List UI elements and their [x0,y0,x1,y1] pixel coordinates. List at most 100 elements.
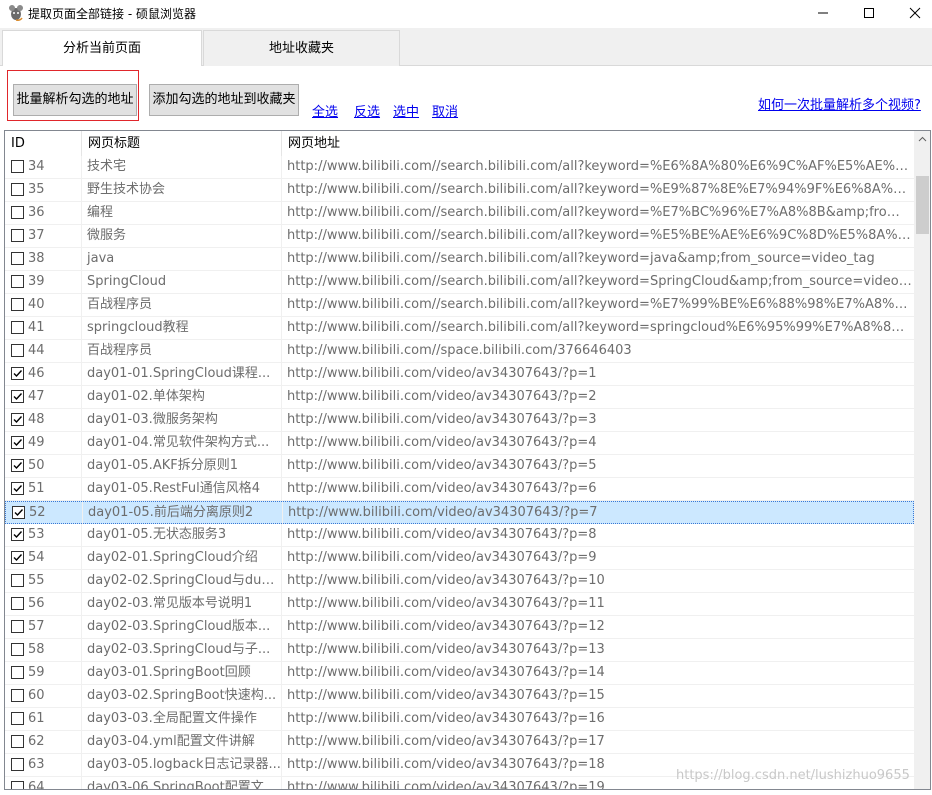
table-row[interactable]: 41 springcloud教程 http://www.bilibili.com//… [5,317,914,340]
cell-id: 57 [5,616,82,638]
title-bar: 提取页面全部链接 - 硕鼠浏览器 [0,0,932,26]
invert-selection-link[interactable]: 反选 [354,101,380,120]
row-id: 40 [28,297,45,312]
cell-id: 50 [5,455,82,477]
row-checkbox[interactable] [11,482,24,495]
checkmark-icon [13,439,23,447]
scroll-up-button[interactable] [914,131,930,148]
table-row[interactable]: 37 微服务 http://www.bilibili.com//search.bil… [5,225,914,248]
table-row[interactable]: 38 java http://www.bilibili.com//search.bi… [5,248,914,271]
row-checkbox[interactable] [11,436,24,449]
table-row[interactable]: 49 day01-04.常见软件架构方式... http://www.bilibil… [5,432,914,455]
row-title: day01-05.无状态服务3 [82,524,282,546]
table-row[interactable]: 52 day01-05.前后端分离原则2 http://www.bilibili.c… [5,501,914,524]
row-checkbox[interactable] [11,459,24,472]
checkmark-icon [13,531,23,539]
tab-analyze-page[interactable]: 分析当前页面 [2,30,202,67]
row-checkbox[interactable] [11,712,24,725]
row-checkbox[interactable] [11,666,24,679]
checkmark-icon [13,393,23,401]
row-checkbox[interactable] [11,252,24,265]
checkmark-icon [13,485,23,493]
row-checkbox[interactable] [11,275,24,288]
row-checkbox[interactable] [11,597,24,610]
row-id: 60 [28,688,45,703]
table-row[interactable]: 54 day02-01.SpringCloud介绍 http://www.bilib… [5,547,914,570]
close-button[interactable] [892,0,932,26]
row-id: 58 [28,642,45,657]
column-header-id[interactable]: ID [5,131,82,156]
maximize-button[interactable] [846,0,892,26]
cancel-selection-link[interactable]: 取消 [432,101,458,120]
row-checkbox[interactable] [11,390,24,403]
row-checkbox[interactable] [11,643,24,656]
row-title: day02-03.SpringCloud版本... [82,616,282,638]
row-checkbox[interactable] [11,758,24,771]
row-checkbox[interactable] [11,781,24,789]
table-row[interactable]: 50 day01-05.AKF拆分原则1 http://www.bilibili.c… [5,455,914,478]
tab-favorites[interactable]: 地址收藏夹 [203,30,400,66]
table-row[interactable]: 60 day03-02.SpringBoot快速构... http://www.bi… [5,685,914,708]
row-checkbox[interactable] [11,551,24,564]
row-id: 44 [28,343,45,358]
row-url: http://www.bilibili.com/video/av34307643… [287,596,605,611]
row-title: day02-03.SpringCloud与子... [82,639,282,661]
batch-parse-button[interactable]: 批量解析勾选的地址 [13,84,137,116]
row-title: day01-05.前后端分离原则2 [83,502,283,524]
table-row[interactable]: 51 day01-05.RestFul通信风格4 http://www.bilibi… [5,478,914,501]
row-title: day02-01.SpringCloud介绍 [82,547,282,569]
row-checkbox[interactable] [11,620,24,633]
column-header-title[interactable]: 网页标题 [82,131,282,156]
row-checkbox[interactable] [11,574,24,587]
row-checkbox[interactable] [11,160,24,173]
row-checkbox[interactable] [11,206,24,219]
row-url: http://www.bilibili.com//search.bilibili… [287,205,912,220]
help-link[interactable]: 如何一次批量解析多个视频? [758,94,921,113]
cell-id: 48 [5,409,82,431]
column-header-url[interactable]: 网页地址 [282,131,914,156]
table-row[interactable]: 36 编程 http://www.bilibili.com//search.bili… [5,202,914,225]
table-row[interactable]: 46 day01-01.SpringCloud课程... http://www.bi… [5,363,914,386]
row-checkbox[interactable] [11,321,24,334]
row-url: http://www.bilibili.com//search.bilibili… [287,274,912,289]
table-row[interactable]: 56 day02-03.常见版本号说明1 http://www.bilibili.c… [5,593,914,616]
row-checkbox[interactable] [11,735,24,748]
table-row[interactable]: 35 野生技术协会 http://www.bilibili.com//search.… [5,179,914,202]
row-checkbox[interactable] [11,689,24,702]
table-row[interactable]: 61 day03-03.全局配置文件操作 http://www.bilibili.c… [5,708,914,731]
minimize-button[interactable] [800,0,846,26]
select-highlighted-link[interactable]: 选中 [393,101,419,120]
table-row[interactable]: 53 day01-05.无状态服务3 http://www.bilibili.com… [5,524,914,547]
scroll-thumb[interactable] [916,176,929,234]
row-checkbox[interactable] [11,183,24,196]
table-row[interactable]: 58 day02-03.SpringCloud与子... http://www.bi… [5,639,914,662]
table-row[interactable]: 47 day01-02.单体架构 http://www.bilibili.com/v… [5,386,914,409]
row-checkbox[interactable] [11,229,24,242]
row-title: day03-03.全局配置文件操作 [82,708,282,730]
row-id: 53 [28,527,45,542]
table-row[interactable]: 44 百战程序员 http://www.bilibili.com//space.bi… [5,340,914,363]
cell-id: 52 [6,502,83,524]
table-row[interactable]: 57 day02-03.SpringCloud版本... http://www.bi… [5,616,914,639]
row-title: 百战程序员 [82,294,282,316]
table-row[interactable]: 62 day03-04.yml配置文件讲解 http://www.bilibili.… [5,731,914,754]
table-row[interactable]: 39 SpringCloud http://www.bilibili.com//se… [5,271,914,294]
row-checkbox[interactable] [11,413,24,426]
row-checkbox[interactable] [11,367,24,380]
table-row[interactable]: 34 技术宅 http://www.bilibili.com//search.bil… [5,156,914,179]
cell-id: 46 [5,363,82,385]
row-checkbox[interactable] [11,344,24,357]
vertical-scrollbar[interactable] [914,131,930,789]
row-checkbox[interactable] [11,528,24,541]
row-id: 52 [29,505,46,520]
row-checkbox[interactable] [12,506,25,519]
add-to-favorites-button[interactable]: 添加勾选的地址到收藏夹 [149,84,299,116]
table-row[interactable]: 40 百战程序员 http://www.bilibili.com//search.b… [5,294,914,317]
cell-id: 58 [5,639,82,661]
table-row[interactable]: 59 day03-01.SpringBoot回顾 http://www.bilibi… [5,662,914,685]
row-checkbox[interactable] [11,298,24,311]
row-title: SpringCloud [82,271,282,293]
table-row[interactable]: 48 day01-03.微服务架构 http://www.bilibili.com/… [5,409,914,432]
table-row[interactable]: 55 day02-02.SpringCloud与dub... http://www.… [5,570,914,593]
select-all-link[interactable]: 全选 [312,101,338,120]
